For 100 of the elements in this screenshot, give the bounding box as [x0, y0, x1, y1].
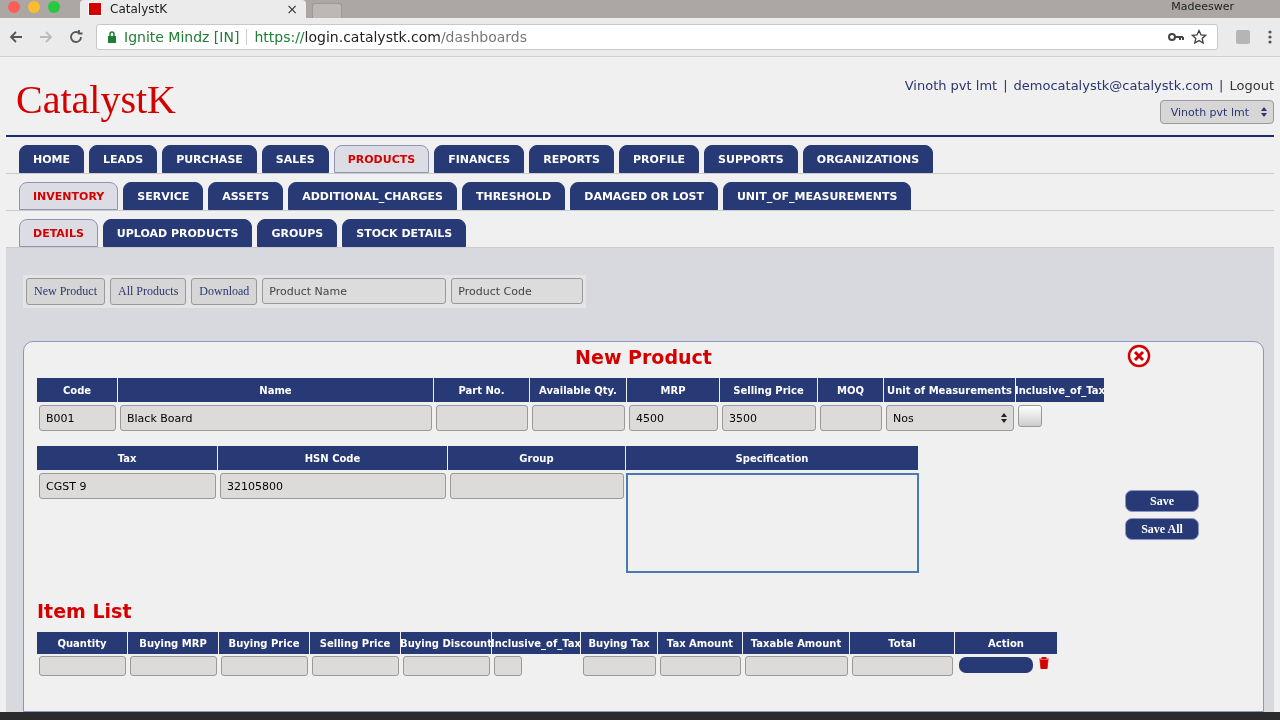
minimize-window-icon[interactable]: [28, 1, 40, 13]
close-tab-button[interactable]: ×: [286, 1, 298, 17]
site-identity: Ignite Mindz [IN]: [124, 29, 240, 45]
lock-icon: [107, 31, 117, 43]
back-icon[interactable]: [8, 29, 24, 45]
extension-icon[interactable]: [1236, 30, 1250, 44]
column-header: Selling Price: [720, 378, 818, 402]
column-header: Available Qty.: [530, 378, 627, 402]
nav-tab[interactable]: LEADS: [89, 145, 158, 173]
column-header: Unit of Measurements: [884, 378, 1016, 402]
email-link[interactable]: democatalystk@catalystk.com: [1013, 78, 1214, 93]
column-header: Total: [850, 632, 955, 654]
input-field[interactable]: [660, 656, 741, 676]
column-header: Group: [448, 446, 626, 470]
input-field[interactable]: [532, 405, 625, 431]
nav-tab[interactable]: FINANCES: [434, 145, 525, 173]
input-field[interactable]: 32105800: [220, 473, 446, 499]
column-header: Code: [37, 378, 118, 402]
column-header: Buying Discount: [401, 632, 492, 654]
specification-field[interactable]: [626, 473, 919, 573]
add-button[interactable]: [959, 657, 1033, 673]
search-field[interactable]: Product Name: [262, 278, 447, 304]
input-field[interactable]: [583, 656, 656, 676]
nav-tab[interactable]: PRODUCTS: [333, 145, 430, 173]
nav-tab[interactable]: PURCHASE: [162, 145, 257, 173]
column-header: MRP: [627, 378, 720, 402]
nav-tab[interactable]: ASSETS: [208, 182, 284, 210]
nav-tab[interactable]: SALES: [261, 145, 329, 173]
key-icon[interactable]: [1168, 32, 1184, 42]
zoom-window-icon[interactable]: [48, 1, 60, 13]
profile-name[interactable]: Madeeswer: [1171, 0, 1234, 13]
close-window-icon[interactable]: [8, 1, 20, 13]
logout-link[interactable]: Logout: [1229, 78, 1274, 93]
input-field[interactable]: [436, 405, 528, 431]
input-field[interactable]: B001: [39, 405, 116, 431]
input-field[interactable]: Black Board: [120, 405, 432, 431]
organization-select[interactable]: Vinoth pvt lmt: [1159, 100, 1274, 124]
column-header: Quantity: [37, 632, 128, 654]
toolbar-button[interactable]: New Product: [26, 278, 105, 305]
input-field[interactable]: [745, 656, 848, 676]
reload-icon[interactable]: [68, 29, 84, 45]
nav-tab[interactable]: UPLOAD PRODUCTS: [102, 219, 253, 247]
toolbar-button[interactable]: Download: [191, 278, 258, 305]
organization-link[interactable]: Vinoth pvt lmt: [904, 78, 998, 93]
nav-tab[interactable]: GROUPS: [257, 219, 338, 247]
nav-tab[interactable]: DETAILS: [19, 219, 98, 247]
address-bar[interactable]: Ignite Mindz [IN] https://login.catalystk.com/dashboards: [96, 24, 1218, 50]
catalystk-logo[interactable]: CatalystK: [16, 76, 176, 123]
nav-tab[interactable]: STOCK DETAILS: [342, 219, 467, 247]
search-field[interactable]: Product Code: [451, 278, 584, 304]
menu-icon[interactable]: [1268, 29, 1272, 45]
nav-tab[interactable]: PROFILE: [619, 145, 700, 173]
nav-tab[interactable]: INVENTORY: [19, 182, 119, 210]
trash-icon[interactable]: [1039, 657, 1049, 669]
nav-tab[interactable]: ORGANIZATIONS: [802, 145, 934, 173]
input-field[interactable]: [820, 405, 882, 431]
checkbox[interactable]: [1018, 405, 1042, 427]
input-field[interactable]: [312, 656, 399, 676]
close-icon[interactable]: [1127, 344, 1151, 368]
input-field[interactable]: [403, 656, 490, 676]
column-header: Selling Price: [310, 632, 401, 654]
input-field[interactable]: 4500: [629, 405, 718, 431]
nav-tab[interactable]: HOME: [19, 145, 85, 173]
column-header: Part No.: [434, 378, 530, 402]
save-button[interactable]: Save All: [1125, 518, 1199, 540]
column-header: HSN Code: [218, 446, 448, 470]
column-header: Name: [118, 378, 434, 402]
updown-icon: [1001, 413, 1007, 423]
input-field[interactable]: [852, 656, 953, 676]
input-field[interactable]: [221, 656, 308, 676]
nav-tab[interactable]: SERVICE: [123, 182, 204, 210]
nav-tab[interactable]: ADDITIONAL_CHARGES: [288, 182, 457, 210]
input-field[interactable]: CGST 9: [39, 473, 216, 499]
forward-icon[interactable]: [38, 29, 54, 45]
nav-tab[interactable]: SUPPORTS: [704, 145, 798, 173]
column-header: Inclusive_of_Tax: [492, 632, 581, 654]
column-header: Specification: [626, 446, 919, 470]
input-field[interactable]: [39, 656, 126, 676]
input-field[interactable]: [130, 656, 217, 676]
toolbar-button[interactable]: All Products: [110, 278, 187, 305]
input-field[interactable]: [450, 473, 624, 499]
new-tab-button[interactable]: [312, 3, 342, 18]
star-icon[interactable]: [1191, 29, 1207, 45]
save-button[interactable]: Save: [1125, 490, 1199, 512]
input-field[interactable]: [494, 656, 522, 676]
nav-tab[interactable]: UNIT_OF_MEASUREMENTS: [722, 182, 912, 210]
url-text: https://login.catalystk.com/dashboards: [254, 29, 527, 45]
nav-tab[interactable]: THRESHOLD: [461, 182, 566, 210]
column-header: Buying Tax: [581, 632, 658, 654]
site-logo-icon: [88, 2, 102, 16]
updown-icon: [1261, 107, 1267, 117]
unit-select[interactable]: Nos: [886, 405, 1014, 431]
column-header: Tax: [37, 446, 218, 470]
nav-tab[interactable]: DAMAGED OR LOST: [570, 182, 718, 210]
browser-tab[interactable]: CatalystK ×: [80, 0, 306, 18]
separator-text: |: [1219, 78, 1224, 93]
tab-title: CatalystK: [110, 2, 169, 16]
input-field[interactable]: 3500: [722, 405, 816, 431]
nav-tab[interactable]: REPORTS: [529, 145, 615, 173]
column-header: Tax Amount: [658, 632, 743, 654]
